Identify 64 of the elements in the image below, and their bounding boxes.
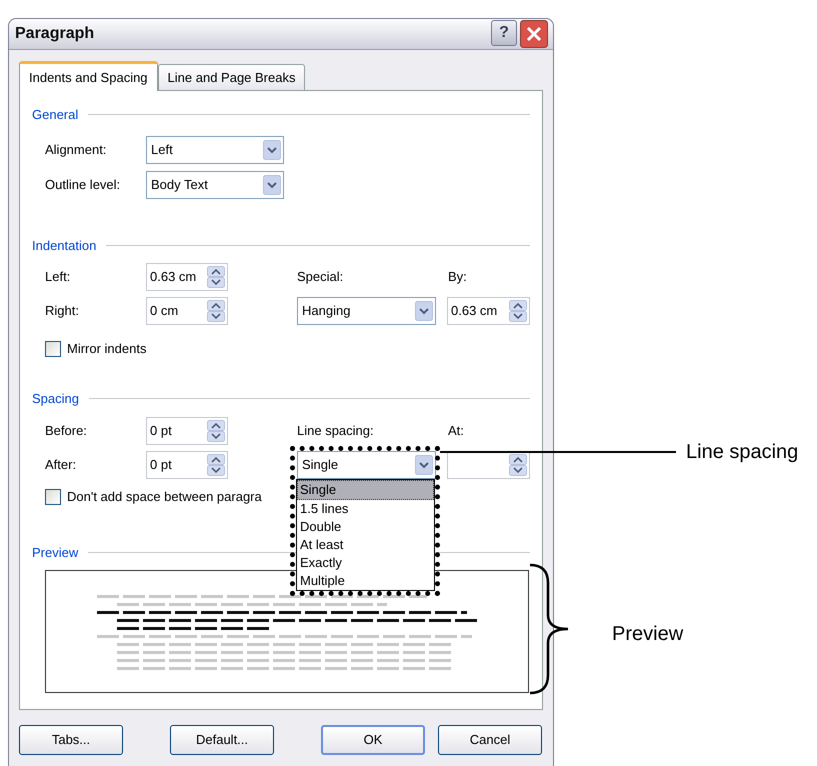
annotation-label: Preview [612,622,684,647]
dropdown-option[interactable]: Multiple [297,572,434,590]
field-label: At: [448,422,464,440]
checkbox-label[interactable]: Don't add space between paragra [67,487,262,506]
close-button-icon[interactable] [520,20,548,48]
spin-field[interactable]: 0 cm [146,297,228,325]
spin-buttons-icon[interactable] [207,454,225,476]
spin-value: 0.63 cm [150,268,196,286]
dropdown-value: Single [302,456,338,474]
dropdown-value: Body Text [151,176,208,194]
spin-buttons-icon[interactable] [207,420,225,442]
dropdown-option[interactable]: 1.5 lines [297,500,434,518]
dropdown-field[interactable]: Left [146,136,284,164]
tab[interactable]: Indents and Spacing [19,61,158,91]
dropdown-option[interactable]: Exactly [297,554,434,572]
section-heading: Indentation [32,236,96,254]
field-label: Alignment: [45,140,108,159]
spin-value: 0 pt [150,456,172,474]
dialog-button[interactable]: OK [321,725,425,755]
spin-field[interactable] [447,451,530,479]
help-button[interactable]: ? [491,20,517,46]
dropdown-value: Left [151,140,173,159]
checkbox[interactable] [45,488,61,505]
spin-value: 0 pt [150,422,172,440]
field-label: Right: [45,302,80,320]
window-title: Paragraph [15,24,94,44]
dropdown-value: Hanging [302,302,350,320]
spin-field[interactable]: 0 pt [146,451,228,479]
spin-field[interactable]: 0.63 cm [146,263,228,291]
field-label: Left: [45,268,72,286]
spin-buttons-icon[interactable] [207,266,225,288]
dropdown-option[interactable]: Single [297,480,434,500]
dropdown-arrow-button[interactable] [415,301,433,321]
spin-field[interactable]: 0.63 cm [447,297,530,325]
field-label: Before: [45,422,88,440]
field-label: By: [448,268,467,286]
spin-field[interactable]: 0 pt [146,417,228,445]
dialog-button[interactable]: Tabs... [19,725,123,755]
field-label: Special: [297,268,344,286]
dropdown-option[interactable]: At least [297,536,434,554]
dropdown-arrow-button[interactable] [263,140,281,160]
dialog-button[interactable]: Cancel [438,725,542,755]
dropdown-arrow-button[interactable] [263,174,281,194]
checkbox[interactable] [45,340,61,357]
dropdown-field[interactable]: Hanging [297,297,436,325]
annotation-label: Line spacing [686,440,798,465]
spin-buttons-icon[interactable] [509,454,527,476]
section-heading: Preview [32,544,78,562]
spin-buttons-icon[interactable] [509,300,527,322]
dialog-button[interactable]: Default... [170,725,274,755]
section-heading: Spacing [32,390,79,408]
spin-value: 0 cm [150,302,178,320]
field-label: After: [45,456,78,474]
spin-buttons-icon[interactable] [207,300,225,322]
checkbox-label[interactable]: Mirror indents [67,339,146,358]
dropdown-option[interactable]: Double [297,518,434,536]
tab[interactable]: Line and Page Breaks [158,64,306,90]
dropdown-field[interactable]: Body Text [146,170,284,198]
dropdown-field[interactable]: Single [297,451,436,479]
dropdown-arrow-button[interactable] [415,455,433,475]
spin-value: 0.63 cm [451,302,498,320]
field-label: Outline level: [45,176,122,194]
field-label: Line spacing: [297,422,375,440]
section-heading: General [32,106,78,124]
